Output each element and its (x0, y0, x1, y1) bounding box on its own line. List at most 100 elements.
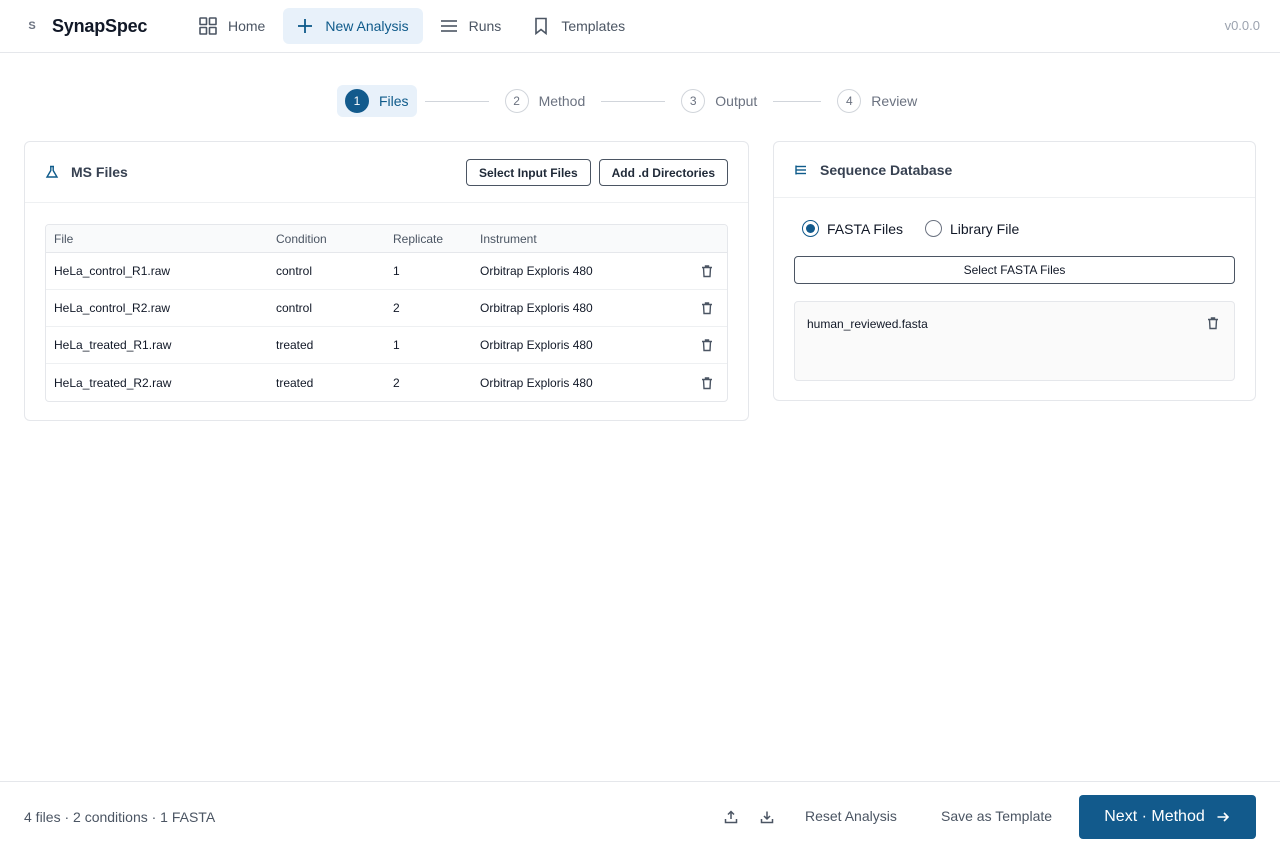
step-review[interactable]: 4 Review (829, 85, 925, 117)
delete-row-cell (678, 253, 727, 290)
instrument-field[interactable]: Orbitrap Exploris 480 (468, 364, 678, 401)
add-d-directories-button[interactable]: Add .d Directories (598, 159, 728, 186)
replicate-field[interactable]: 2 (380, 290, 468, 327)
step-number: 2 (504, 89, 529, 113)
ms-files-title-text: MS Files (71, 164, 128, 180)
column-header-instrument[interactable]: Instrument (468, 225, 678, 253)
table-header-row: File Condition Replicate Instrument (46, 225, 727, 253)
wizard-stepper: 1 Files 2 Method 3 Output 4 Review (337, 85, 925, 117)
arrow-right-icon (1217, 812, 1229, 822)
logo-mark: S (28, 20, 36, 32)
sequence-database-card: Sequence Database FASTA Files Library Fi… (773, 141, 1256, 401)
condition-field[interactable]: treated (264, 327, 380, 364)
step-number: 1 (345, 89, 369, 113)
step-method[interactable]: 2 Method (497, 85, 594, 117)
radio-library-label: Library File (949, 220, 1020, 237)
download-icon (760, 811, 774, 824)
nav-item-templates[interactable]: Templates (519, 8, 639, 44)
file-name-cell: HeLa_treated_R1.raw (46, 327, 264, 364)
step-files[interactable]: 1 Files (337, 85, 417, 117)
radio-unselected-indicator[interactable] (924, 220, 942, 237)
database-list-icon (795, 165, 806, 174)
reset-analysis-button[interactable]: Reset Analysis (805, 808, 897, 824)
nav-label-templates: Templates (561, 18, 626, 34)
download-button[interactable] (756, 806, 778, 828)
next-method-button[interactable]: Next · Method (1079, 795, 1256, 839)
condition-field[interactable]: control (264, 253, 380, 290)
top-navigation-bar: S SynapSpec Home New Analysis Runs Templ… (0, 0, 1280, 53)
column-header-condition[interactable]: Condition (264, 225, 380, 253)
file-name-cell: HeLa_control_R2.raw (46, 290, 264, 327)
save-as-template-button[interactable]: Save as Template (941, 808, 1052, 824)
delete-row-cell (678, 364, 727, 401)
step-connector (773, 100, 822, 102)
ms-files-card: MS Files Select Input Files Add .d Direc… (24, 141, 749, 421)
instrument-field[interactable]: Orbitrap Exploris 480 (468, 327, 678, 364)
app-name: SynapSpec (52, 15, 148, 36)
step-label: Review (871, 93, 918, 109)
trash-icon[interactable] (700, 376, 714, 390)
trash-icon[interactable] (1206, 316, 1220, 330)
delete-row-cell (678, 290, 727, 327)
main-nav: Home New Analysis Runs Templates (186, 8, 639, 44)
column-header-replicate[interactable]: Replicate (380, 225, 468, 253)
select-fasta-files-button[interactable]: Select FASTA Files (794, 256, 1235, 284)
step-connector (601, 100, 666, 102)
select-input-files-button[interactable]: Select Input Files (465, 159, 591, 186)
list-icon (440, 20, 457, 32)
flask-icon (45, 165, 59, 178)
radio-fasta-label: FASTA Files (827, 220, 903, 237)
file-name-cell: HeLa_control_R1.raw (46, 253, 264, 290)
sequence-database-header: Sequence Database (774, 142, 1255, 198)
column-header-file[interactable]: File (46, 225, 264, 253)
nav-label-home: Home (228, 18, 266, 34)
step-label: Files (379, 93, 409, 109)
nav-label-runs: Runs (468, 18, 502, 34)
step-connector (424, 100, 489, 102)
table-row: HeLa_treated_R2.raw treated 2 Orbitrap E… (46, 364, 727, 401)
sequence-database-title-text: Sequence Database (820, 161, 953, 178)
nav-item-home[interactable]: Home (186, 8, 279, 44)
replicate-field[interactable]: 1 (380, 253, 468, 290)
instrument-field[interactable]: Orbitrap Exploris 480 (468, 253, 678, 290)
instrument-field[interactable]: Orbitrap Exploris 480 (468, 290, 678, 327)
radio-selected-indicator[interactable] (802, 220, 819, 237)
trash-icon[interactable] (700, 338, 714, 352)
delete-row-cell (678, 327, 727, 364)
fasta-file-name: human_reviewed.fasta (807, 317, 928, 331)
ms-files-header: MS Files Select Input Files Add .d Direc… (25, 142, 748, 203)
replicate-field[interactable]: 1 (380, 327, 468, 364)
bookmark-icon (535, 17, 548, 36)
step-output[interactable]: 3 Output (673, 85, 765, 117)
step-number: 3 (681, 89, 706, 113)
sequence-database-title: Sequence Database (794, 162, 952, 178)
table-row: HeLa_control_R2.raw control 2 Orbitrap E… (46, 290, 727, 327)
footer-action-bar: 4 files · 2 conditions · 1 FASTA Reset A… (0, 781, 1280, 850)
radio-fasta-files[interactable]: FASTA Files (802, 220, 903, 237)
version-label: v0.0.0 (1224, 18, 1260, 33)
ms-files-title: MS Files (45, 164, 128, 180)
next-button-label: Next · Method (1104, 808, 1205, 825)
upload-icon (724, 810, 738, 824)
step-label: Output (715, 93, 758, 109)
condition-field[interactable]: treated (264, 364, 380, 401)
analysis-summary: 4 files · 2 conditions · 1 FASTA (24, 809, 216, 825)
table-row: HeLa_control_R1.raw control 1 Orbitrap E… (46, 253, 727, 290)
plus-icon (298, 19, 313, 33)
upload-button[interactable] (720, 806, 742, 828)
column-header-actions (678, 225, 727, 253)
nav-item-new-analysis[interactable]: New Analysis (283, 8, 423, 44)
radio-library-file[interactable]: Library File (924, 220, 1020, 237)
nav-label-new-analysis: New Analysis (325, 18, 409, 34)
ms-files-actions: Select Input Files Add .d Directories (465, 159, 728, 186)
fasta-file-list: human_reviewed.fasta (794, 301, 1235, 381)
trash-icon[interactable] (700, 264, 714, 278)
condition-field[interactable]: control (264, 290, 380, 327)
nav-item-runs[interactable]: Runs (427, 8, 516, 44)
step-number: 4 (837, 89, 862, 113)
step-label: Method (538, 93, 586, 109)
replicate-field[interactable]: 2 (380, 364, 468, 401)
brand[interactable]: S SynapSpec (24, 14, 147, 38)
file-name-cell: HeLa_treated_R2.raw (54, 375, 172, 390)
trash-icon[interactable] (700, 301, 714, 315)
